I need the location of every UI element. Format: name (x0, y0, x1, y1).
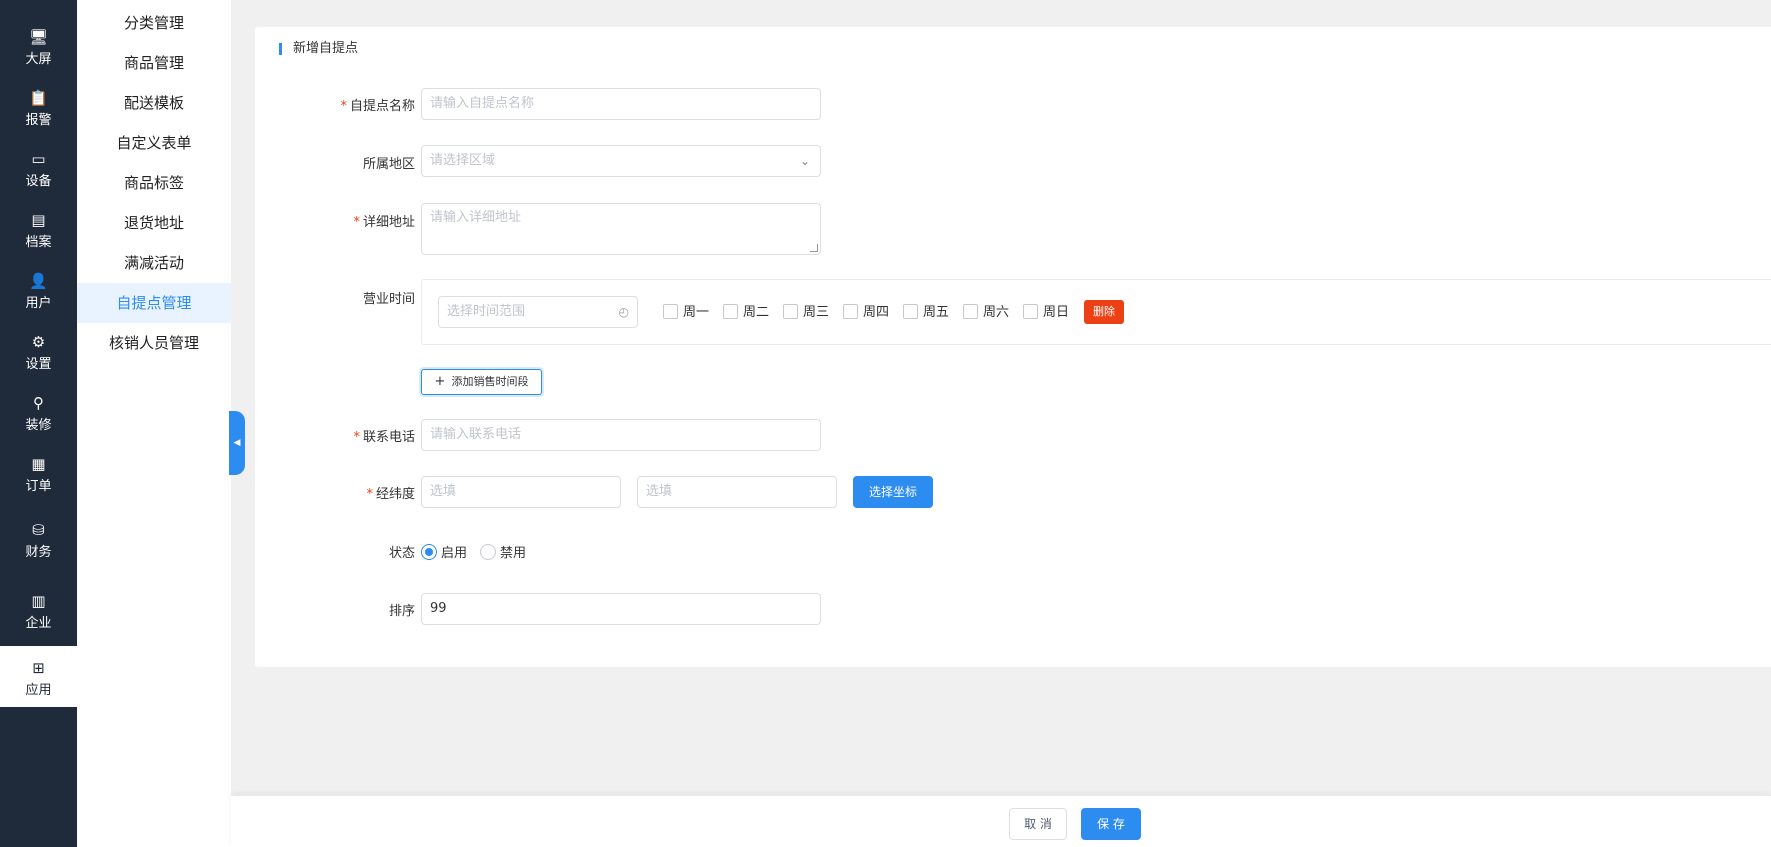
name-input[interactable]: 请输入自提点名称 (421, 88, 821, 120)
submenu-verifiers[interactable]: 核销人员管理 (77, 323, 231, 363)
chevron-left-icon: ◀ (233, 438, 241, 448)
chevron-down-icon: ⌄ (799, 154, 810, 168)
user-icon: 👤 (29, 272, 48, 290)
address-label: * 详细地址 (353, 215, 415, 230)
longitude-input[interactable]: 选填 (421, 476, 621, 508)
coords-label: * 经纬度 (366, 487, 415, 502)
checkbox-mon[interactable]: 周一 (663, 304, 709, 321)
resize-handle-icon[interactable] (810, 244, 818, 252)
sub-menu: 分类管理 商品管理 配送模板 自定义表单 商品标签 退货地址 满减活动 自提点管… (77, 0, 231, 847)
checkbox-wed[interactable]: 周三 (783, 304, 829, 321)
nav-label: 订单 (25, 479, 52, 494)
nav-item-apps[interactable]: ⊞ 应用 (0, 646, 77, 707)
latitude-input[interactable]: 选填 (637, 476, 837, 508)
nav-label: 设置 (25, 357, 52, 372)
nav-item-enterprise[interactable]: ▥ 企业 (0, 592, 77, 631)
building-icon: ▥ (31, 592, 46, 610)
address-textarea[interactable]: 请输入详细地址 (421, 203, 821, 255)
address-placeholder: 请输入详细地址 (430, 210, 522, 225)
name-label: * 自提点名称 (340, 99, 415, 114)
time-range-picker[interactable]: 选择时间范围 ◴ (438, 296, 638, 328)
status-enabled-radio[interactable]: 启用 (421, 544, 467, 563)
nav-label: 档案 (25, 235, 52, 250)
form-card: 新增自提点 * 自提点名称 请输入自提点名称 所属地区 请选择区域 ⌄ * 详细地址 … (255, 27, 1771, 667)
cancel-button[interactable]: 取 消 (1009, 808, 1067, 840)
nav-item-screen[interactable]: 🖥 大屏 (0, 28, 77, 67)
submenu-products[interactable]: 商品管理 (77, 43, 231, 83)
order-icon: ▦ (31, 455, 46, 473)
region-label: 所属地区 (362, 157, 415, 172)
hours-label: 营业时间 (362, 292, 415, 307)
nav-label: 装修 (25, 418, 52, 433)
nav-label: 财务 (25, 545, 52, 560)
footer-bar: 取 消 保 存 (231, 795, 1771, 847)
coins-icon: ⛁ (32, 521, 45, 539)
monitor-icon: 🖥 (28, 28, 49, 46)
submenu-custom-form[interactable]: 自定义表单 (77, 123, 231, 163)
nav-label: 大屏 (25, 52, 52, 67)
nav-item-settings[interactable]: ⚙ 设置 (0, 333, 77, 372)
hours-row: 选择时间范围 ◴ 周一 周二 周三 周四 周五 周六 周日 删除 (421, 279, 1771, 345)
nav-item-order[interactable]: ▦ 订单 (0, 455, 77, 494)
plus-icon: + (434, 374, 446, 389)
region-select[interactable]: 请选择区域 ⌄ (421, 145, 821, 177)
main-nav: 🖥 大屏 📋 报警 ▭ 设备 ▤ 档案 👤 用户 ⚙ 设置 ⚲ 装修 ▦ 订单 ⛁ 财务 ▥ 企业 … (0, 0, 77, 847)
nav-label: 设备 (25, 174, 52, 189)
submenu-shipping-template[interactable]: 配送模板 (77, 83, 231, 123)
submenu-product-tags[interactable]: 商品标签 (77, 163, 231, 203)
sort-input[interactable]: 99 (421, 593, 821, 625)
clock-icon: ◴ (618, 305, 629, 319)
phone-input[interactable]: 请输入联系电话 (421, 419, 821, 451)
nav-item-decoration[interactable]: ⚲ 装修 (0, 394, 77, 433)
submenu-pickup-points[interactable]: 自提点管理 (77, 283, 231, 323)
checkbox-sat[interactable]: 周六 (963, 304, 1009, 321)
nav-item-device[interactable]: ▭ 设备 (0, 150, 77, 189)
checkbox-sun[interactable]: 周日 (1023, 304, 1069, 321)
brush-icon: ⚲ (33, 394, 44, 412)
nav-label: 报警 (25, 113, 52, 128)
nav-item-archive[interactable]: ▤ 档案 (0, 211, 77, 250)
clipboard-icon: 📋 (29, 89, 48, 107)
status-label: 状态 (388, 546, 415, 561)
nav-label: 企业 (25, 616, 52, 631)
device-icon: ▭ (31, 150, 46, 168)
nav-item-finance[interactable]: ⛁ 财务 (0, 521, 77, 560)
status-disabled-radio[interactable]: 禁用 (480, 544, 526, 563)
submenu-return-address[interactable]: 退货地址 (77, 203, 231, 243)
windows-icon: ⊞ (32, 659, 45, 677)
submenu-category[interactable]: 分类管理 (77, 3, 231, 43)
nav-item-alarm[interactable]: 📋 报警 (0, 89, 77, 128)
submenu-discount[interactable]: 满减活动 (77, 243, 231, 283)
phone-label: * 联系电话 (353, 430, 415, 445)
card-title: 新增自提点 (279, 41, 358, 57)
gear-icon: ⚙ (31, 333, 46, 351)
checkbox-thu[interactable]: 周四 (843, 304, 889, 321)
sort-label: 排序 (388, 604, 415, 619)
pick-coords-button[interactable]: 选择坐标 (853, 476, 933, 508)
time-range-placeholder: 选择时间范围 (447, 304, 526, 319)
nav-label: 应用 (25, 683, 52, 698)
nav-label: 用户 (25, 296, 52, 311)
collapse-sidebar-button[interactable]: ◀ (229, 411, 245, 475)
checkbox-fri[interactable]: 周五 (903, 304, 949, 321)
delete-period-button[interactable]: 删除 (1084, 300, 1124, 324)
save-button[interactable]: 保 存 (1081, 808, 1141, 840)
nav-item-user[interactable]: 👤 用户 (0, 272, 77, 311)
add-period-button[interactable]: + 添加销售时间段 (421, 369, 542, 395)
region-placeholder: 请选择区域 (430, 153, 496, 168)
checkbox-tue[interactable]: 周二 (723, 304, 769, 321)
file-icon: ▤ (31, 211, 46, 229)
